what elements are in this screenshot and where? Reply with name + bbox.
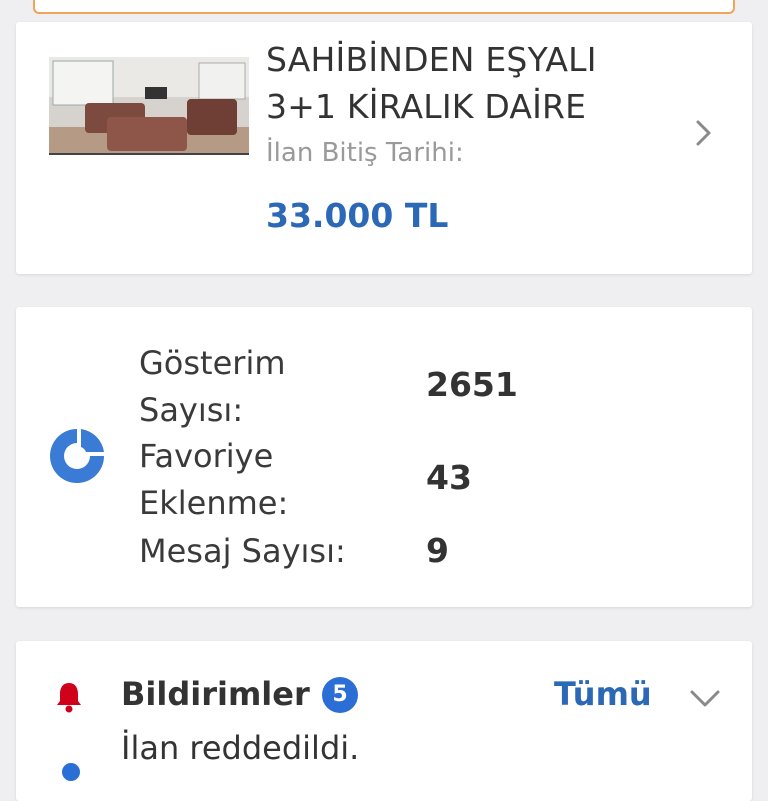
notification-item-dot	[62, 763, 80, 781]
stat-label-messages: Mesaj Sayısı:	[139, 528, 389, 575]
stat-label-line: Sayısı:	[139, 391, 244, 429]
stat-label-line: Favoriye	[139, 437, 274, 475]
stat-value-impressions: 2651	[426, 365, 518, 404]
pie-chart-icon	[50, 429, 104, 483]
listing-end-date-label: İlan Bitiş Tarihi:	[266, 138, 464, 168]
notification-item-text[interactable]: İlan reddedildi.	[121, 729, 359, 767]
stat-label-line: Eklenme:	[139, 484, 289, 522]
stat-label-line: Mesaj Sayısı:	[139, 532, 346, 570]
stat-label-favorites: Favoriye Eklenme:	[139, 433, 389, 527]
listing-card[interactable]: SAHİBİNDEN EŞYALI 3+1 KİRALIK DAİRE İlan…	[16, 22, 752, 274]
listing-price: 33.000 TL	[266, 196, 449, 235]
listing-title-line2: 3+1 KİRALIK DAİRE	[266, 87, 587, 126]
bell-icon	[57, 683, 81, 713]
listing-title: SAHİBİNDEN EŞYALI 3+1 KİRALIK DAİRE	[266, 36, 686, 130]
stats-card: Gösterim Sayısı: 2651 Favoriye Eklenme: …	[16, 307, 752, 607]
listing-title-line1: SAHİBİNDEN EŞYALI	[266, 40, 597, 79]
notifications-title: Bildirimler	[121, 675, 310, 713]
stat-value-messages: 9	[426, 531, 449, 570]
stat-value-favorites: 43	[426, 458, 472, 497]
see-all-link[interactable]: Tümü	[554, 675, 652, 713]
listing-thumbnail	[49, 57, 249, 155]
chevron-down-icon[interactable]	[688, 683, 722, 713]
stat-label-line: Gösterim	[139, 344, 286, 382]
notification-count-badge: 5	[322, 677, 358, 713]
chevron-right-icon[interactable]	[688, 118, 718, 148]
notifications-card: Bildirimler 5 Tümü İlan reddedildi.	[16, 641, 752, 801]
previous-card-edge	[33, 0, 735, 14]
stat-label-impressions: Gösterim Sayısı:	[139, 340, 389, 434]
